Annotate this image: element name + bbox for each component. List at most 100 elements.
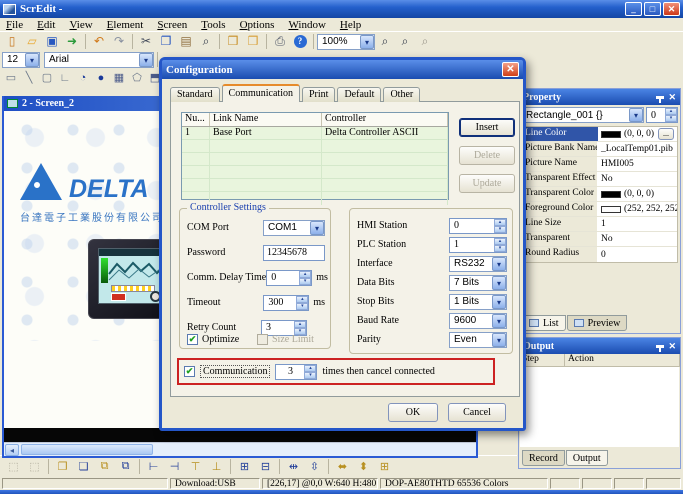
tab-list[interactable]: List bbox=[522, 315, 566, 331]
spin-down-icon[interactable]: ▾ bbox=[296, 303, 308, 310]
update-button[interactable]: Update bbox=[459, 174, 515, 193]
property-row-picture-bank-name[interactable]: Picture Bank Name _LocalTemp01.pib bbox=[522, 142, 677, 157]
hmi-station-stepper[interactable]: 0 ▴ ▾ bbox=[449, 218, 507, 234]
stop-bits-combobox[interactable]: 1 Bits ▾ bbox=[449, 294, 507, 310]
parity-combobox[interactable]: Even ▾ bbox=[449, 332, 507, 348]
tab-default[interactable]: Default bbox=[337, 87, 381, 102]
font-name-combobox[interactable]: Arial ▾ bbox=[44, 52, 154, 68]
scroll-left-icon[interactable]: ◂ bbox=[5, 444, 19, 456]
menu-help[interactable]: Help bbox=[340, 19, 361, 31]
cut-icon[interactable]: ✂ bbox=[136, 33, 156, 51]
export-icon[interactable]: ➜ bbox=[62, 33, 82, 51]
open-icon[interactable]: ▱ bbox=[22, 33, 42, 51]
dialog-titlebar[interactable]: Configuration ✕ bbox=[162, 60, 523, 79]
ok-button[interactable]: OK bbox=[388, 403, 438, 422]
insert-button[interactable]: Insert bbox=[459, 118, 515, 137]
align-bottom-icon[interactable]: ⊥ bbox=[206, 458, 227, 476]
menu-view[interactable]: View bbox=[69, 19, 92, 31]
interface-combobox[interactable]: RS232 ▾ bbox=[449, 256, 507, 272]
horizontal-scrollbar[interactable]: ◂ bbox=[4, 442, 476, 456]
zoom-out-icon[interactable]: ⌕ bbox=[395, 33, 415, 51]
maximize-button[interactable]: □ bbox=[644, 2, 661, 16]
bring-forward-icon[interactable]: ⧉ bbox=[94, 458, 115, 476]
object-selector-combobox[interactable]: Rectangle_001 {} ▾ bbox=[521, 107, 644, 123]
spin-up-icon[interactable]: ▴ bbox=[494, 238, 506, 245]
element-bank-icon[interactable]: ❒ bbox=[243, 33, 263, 51]
property-row-transparent-color[interactable]: Transparent Color (0, 0, 0) bbox=[522, 187, 677, 202]
same-size-icon[interactable]: ⊞ bbox=[374, 458, 395, 476]
space-down-icon[interactable]: ⇳ bbox=[304, 458, 325, 476]
copy-icon[interactable]: ❐ bbox=[156, 33, 176, 51]
dialog-close-icon[interactable]: ✕ bbox=[502, 62, 519, 77]
ungroup-icon[interactable]: ⬚ bbox=[24, 458, 45, 476]
font-size-combobox[interactable]: 12 ▾ bbox=[2, 52, 40, 68]
line-tool-icon[interactable]: ╲ bbox=[20, 70, 38, 86]
scrollbar-thumb[interactable] bbox=[21, 444, 153, 455]
space-across-icon[interactable]: ⇹ bbox=[283, 458, 304, 476]
object-index-stepper[interactable]: 0 ▴ ▾ bbox=[646, 107, 678, 123]
size-limit-checkbox[interactable]: Size Limit bbox=[257, 334, 314, 345]
tab-preview[interactable]: Preview bbox=[567, 315, 628, 331]
tab-standard[interactable]: Standard bbox=[170, 87, 220, 102]
close-button[interactable]: ✕ bbox=[663, 2, 680, 16]
polyline-tool-icon[interactable]: ∟ bbox=[56, 70, 74, 86]
align-right-icon[interactable]: ⊣ bbox=[164, 458, 185, 476]
tab-print[interactable]: Print bbox=[302, 87, 335, 102]
spin-up-icon[interactable]: ▴ bbox=[294, 321, 306, 328]
spin-down-icon[interactable]: ▾ bbox=[665, 115, 677, 122]
menu-window[interactable]: Window bbox=[288, 19, 325, 31]
timeout-stepper[interactable]: 300 ▴ ▾ bbox=[263, 295, 309, 311]
align-left-icon[interactable]: ⊢ bbox=[143, 458, 164, 476]
chevron-down-icon[interactable]: ▾ bbox=[629, 108, 643, 122]
tab-communication[interactable]: Communication bbox=[222, 84, 300, 102]
send-backward-icon[interactable]: ⧉ bbox=[115, 458, 136, 476]
output-table-body[interactable] bbox=[520, 367, 679, 447]
com-port-combobox[interactable]: COM1 ▾ bbox=[263, 220, 325, 236]
chevron-down-icon[interactable]: ▾ bbox=[360, 35, 374, 49]
property-row-transparent[interactable]: Transparent No bbox=[522, 232, 677, 247]
property-row-transparent-effect[interactable]: Transparent Effect No bbox=[522, 172, 677, 187]
center-horizontal-icon[interactable]: ⊞ bbox=[234, 458, 255, 476]
zoom-in-icon[interactable]: ⌕ bbox=[375, 33, 395, 51]
new-icon[interactable]: ▯ bbox=[2, 33, 22, 51]
property-row-line-color[interactable]: Line Color (0, 0, 0) ... bbox=[522, 127, 677, 142]
chevron-down-icon[interactable]: ▾ bbox=[492, 257, 506, 271]
checkbox-unchecked-icon[interactable] bbox=[257, 334, 268, 345]
chevron-down-icon[interactable]: ▾ bbox=[492, 276, 506, 290]
pattern-rect-tool-icon[interactable]: ▦ bbox=[110, 70, 128, 86]
bring-to-front-icon[interactable]: ❐ bbox=[52, 458, 73, 476]
ellipse-tool-icon[interactable]: ● bbox=[92, 70, 110, 86]
print-icon[interactable]: ⎙ bbox=[270, 33, 290, 51]
minimize-button[interactable]: _ bbox=[625, 2, 642, 16]
property-row-line-size[interactable]: Line Size 1 bbox=[522, 217, 677, 232]
undo-icon[interactable]: ↶ bbox=[89, 33, 109, 51]
property-panel-titlebar[interactable]: Property ✕ bbox=[519, 89, 680, 105]
property-row-picture-name[interactable]: Picture Name HMI005 bbox=[522, 157, 677, 172]
baud-rate-combobox[interactable]: 9600 ▾ bbox=[449, 313, 507, 329]
property-row-round-radius[interactable]: Round Radius 0 bbox=[522, 247, 677, 262]
cancel-button[interactable]: Cancel bbox=[448, 403, 506, 422]
tab-output[interactable]: Output bbox=[566, 450, 608, 466]
same-width-icon[interactable]: ⬌ bbox=[332, 458, 353, 476]
redo-icon[interactable]: ↷ bbox=[109, 33, 129, 51]
spin-up-icon[interactable]: ▴ bbox=[665, 108, 677, 115]
communication-retry-stepper[interactable]: 3 ▴ ▾ bbox=[275, 364, 317, 380]
property-row-foreground-color[interactable]: Foreground Color (252, 252, 252) bbox=[522, 202, 677, 217]
spin-down-icon[interactable]: ▾ bbox=[494, 245, 506, 252]
roundrect-tool-icon[interactable]: ▢ bbox=[38, 70, 56, 86]
close-icon[interactable]: ✕ bbox=[668, 92, 676, 102]
group-icon[interactable]: ⬚ bbox=[3, 458, 24, 476]
spin-up-icon[interactable]: ▴ bbox=[494, 219, 506, 226]
table-row[interactable]: 1 Base Port Delta Controller ASCII bbox=[182, 127, 448, 140]
zoom-combobox[interactable]: 100% ▾ bbox=[317, 34, 375, 50]
rect-tool-icon[interactable]: ▭ bbox=[2, 70, 20, 86]
send-to-back-icon[interactable]: ❏ bbox=[73, 458, 94, 476]
checkbox-checked-icon[interactable]: ✔ bbox=[187, 334, 198, 345]
spin-down-icon[interactable]: ▾ bbox=[304, 372, 316, 379]
zoom-fit-icon[interactable]: ⌕ bbox=[415, 33, 435, 51]
save-icon[interactable]: ▣ bbox=[42, 33, 62, 51]
spin-up-icon[interactable]: ▴ bbox=[296, 296, 308, 303]
chevron-down-icon[interactable]: ▾ bbox=[310, 221, 324, 235]
chevron-down-icon[interactable]: ▾ bbox=[25, 53, 39, 67]
pin-icon[interactable] bbox=[656, 96, 664, 99]
